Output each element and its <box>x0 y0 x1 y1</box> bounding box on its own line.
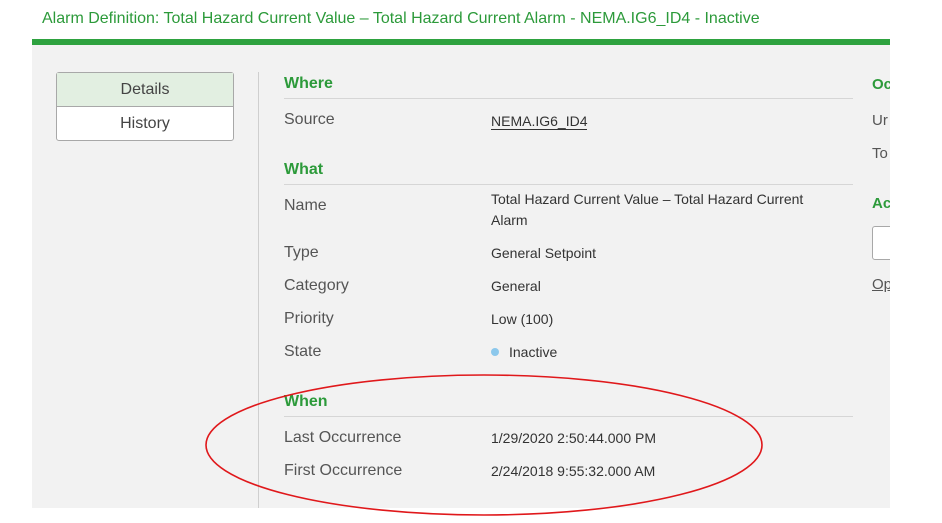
state-value-text: Inactive <box>509 344 558 360</box>
name-label: Name <box>284 197 327 214</box>
right-row-1: Ur <box>872 112 888 129</box>
section-what-rule <box>284 184 853 185</box>
name-value-line2: Alarm <box>491 212 528 228</box>
annotation-ellipse <box>205 374 763 516</box>
right-row-2: To <box>872 145 888 162</box>
state-value: Inactive <box>491 342 557 363</box>
source-link[interactable]: NEMA.IG6_ID4 <box>491 113 588 130</box>
right-margin <box>890 0 942 523</box>
section-where-rule <box>284 98 853 99</box>
source-label: Source <box>284 111 335 128</box>
priority-label: Priority <box>284 310 334 327</box>
name-value-line1: Total Hazard Current Value – Total Hazar… <box>491 191 804 207</box>
section-where-heading: Where <box>284 75 333 92</box>
state-dot-icon <box>491 348 499 357</box>
tab-list: Details History <box>56 72 234 141</box>
tab-history[interactable]: History <box>57 107 233 140</box>
type-value: General Setpoint <box>491 245 597 261</box>
category-label: Category <box>284 277 349 294</box>
category-value: General <box>491 278 541 294</box>
source-value: NEMA.IG6_ID4 <box>491 111 588 132</box>
tab-details[interactable]: Details <box>57 73 233 107</box>
right-section-heading: Oc <box>872 76 890 93</box>
type-label: Type <box>284 244 319 261</box>
section-what-heading: What <box>284 161 324 178</box>
priority-value: Low (100) <box>491 311 554 327</box>
open-link[interactable]: Op <box>872 276 890 293</box>
state-label: State <box>284 343 322 360</box>
page-title: Alarm Definition: Total Hazard Current V… <box>42 10 760 27</box>
actions-heading: Ac <box>872 195 890 212</box>
name-value: Total Hazard Current Value – Total Hazar… <box>491 189 803 231</box>
annotation-ellipse-shape <box>205 374 763 516</box>
